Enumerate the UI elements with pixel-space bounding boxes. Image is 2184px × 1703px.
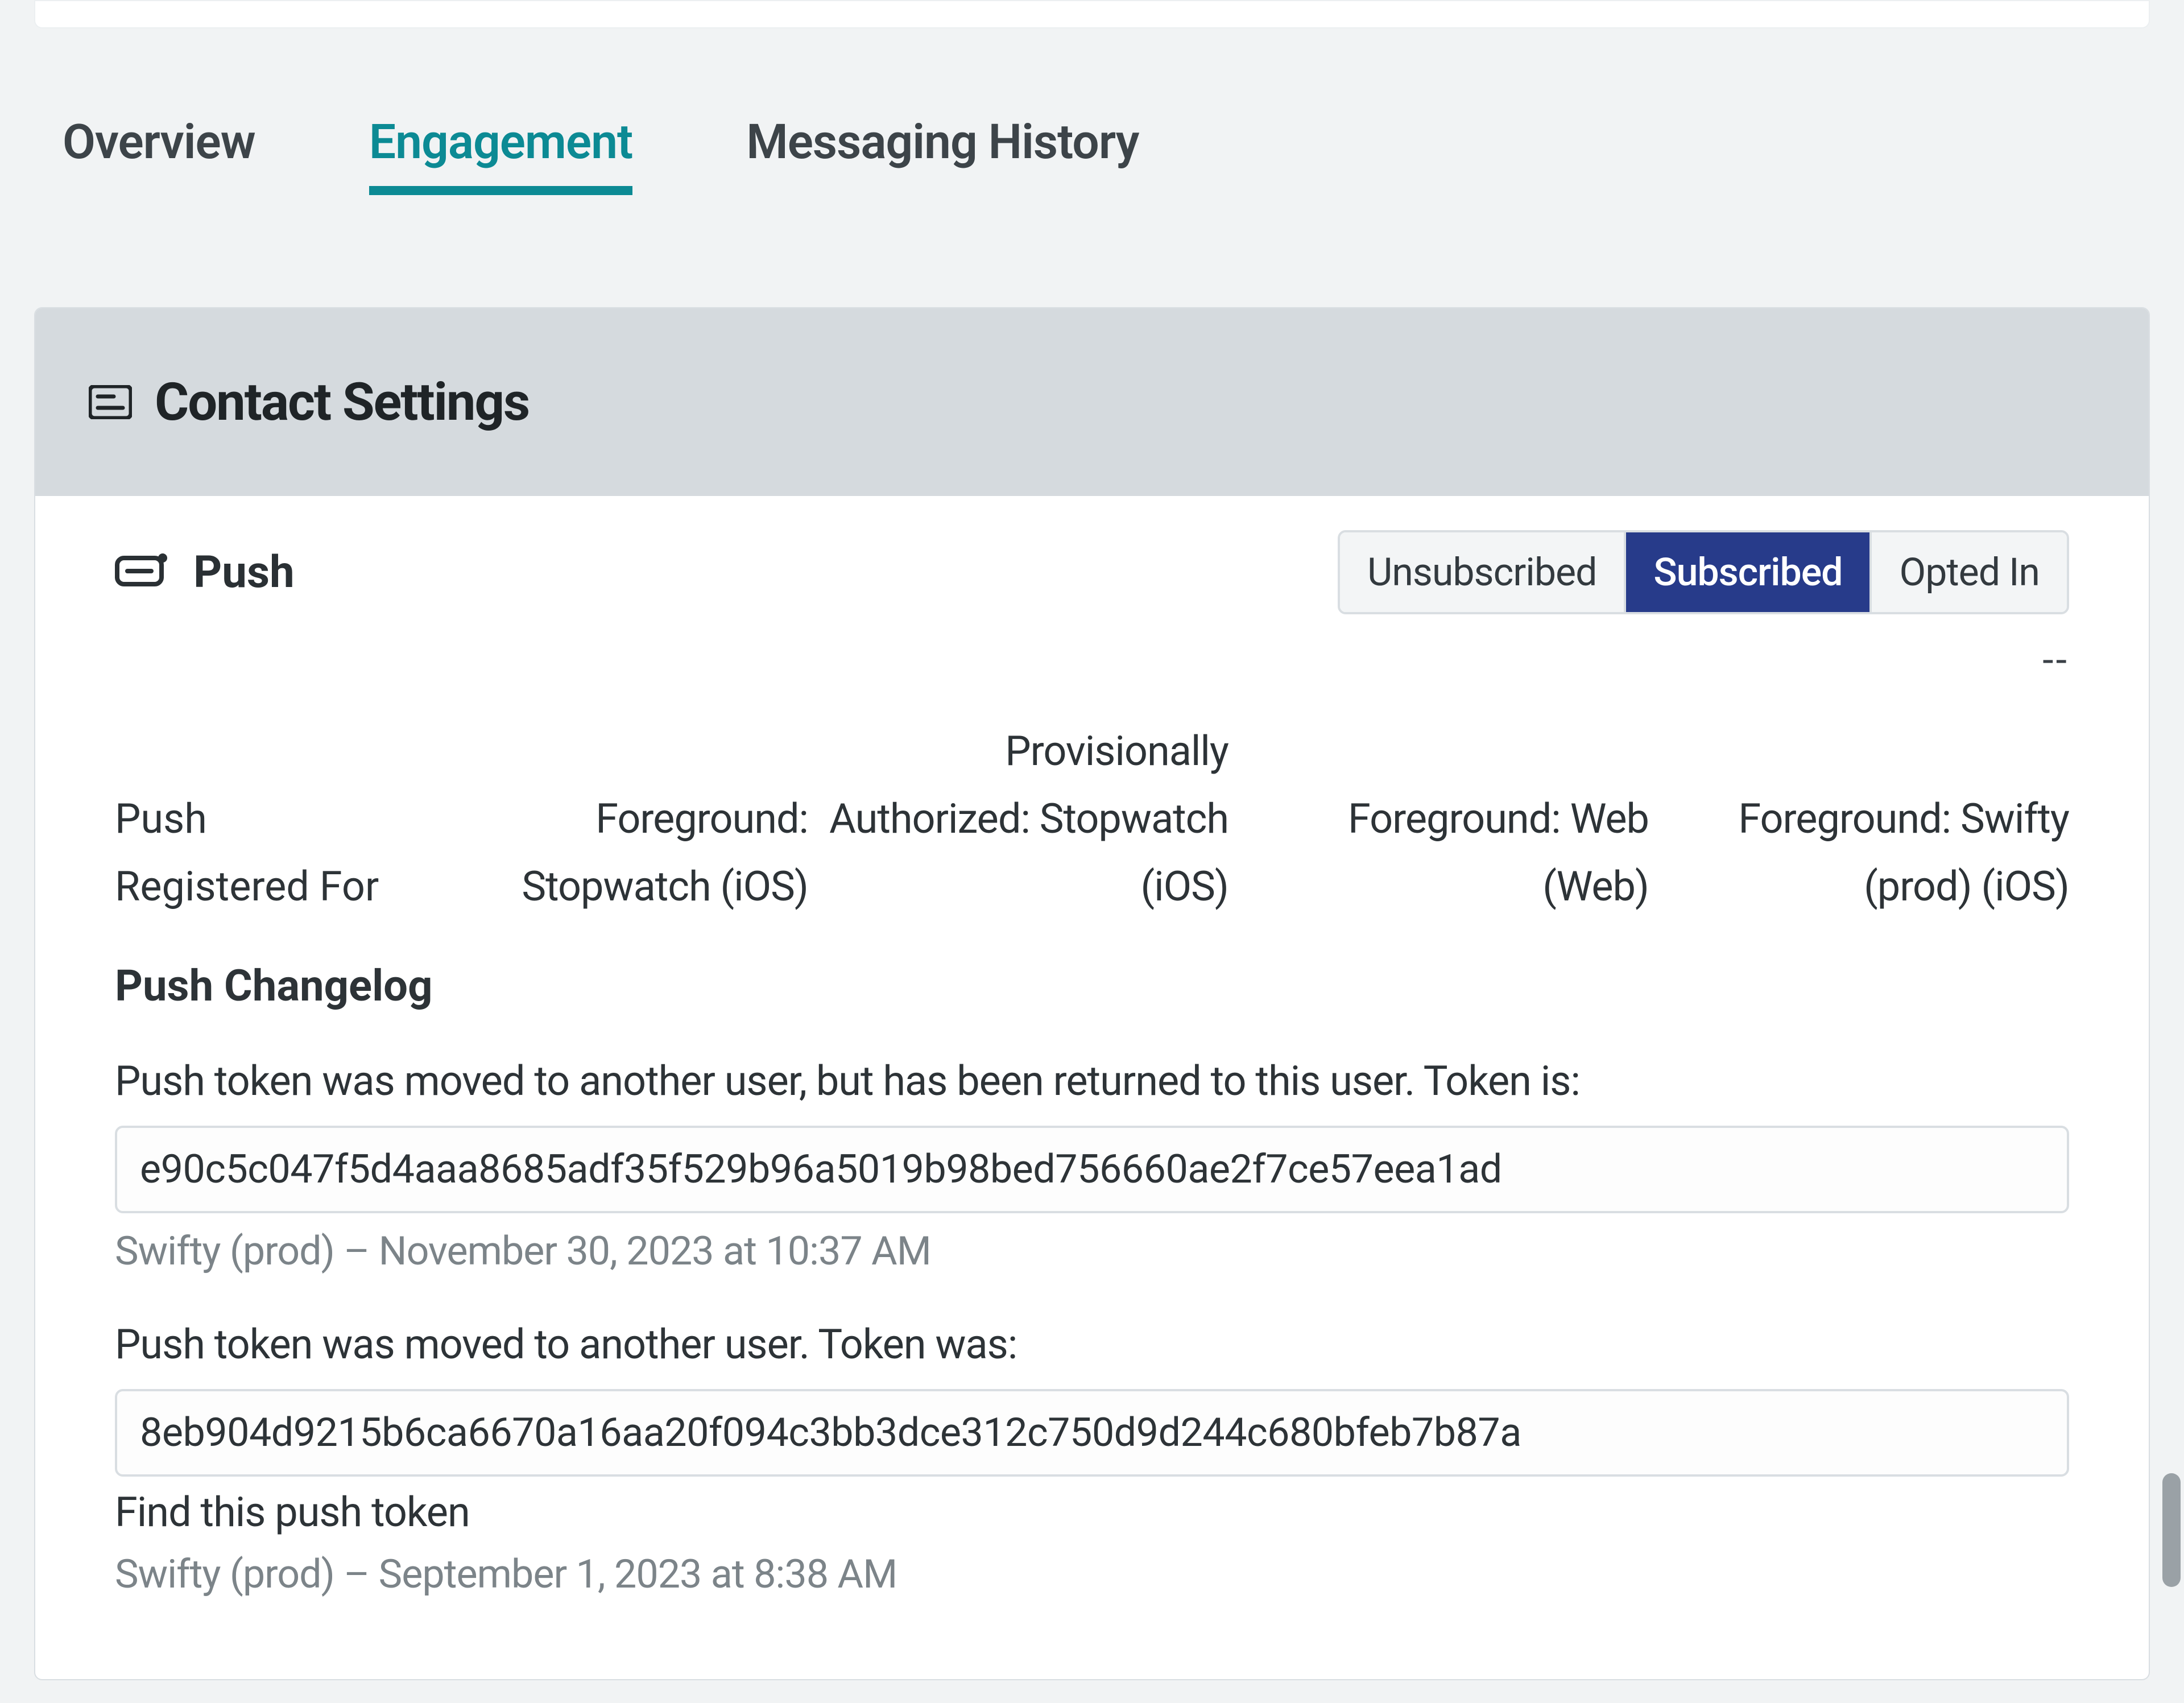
changelog-entry-1: Push token was moved to another user. To…: [115, 1320, 2069, 1598]
tab-overview[interactable]: Overview: [63, 114, 255, 186]
push-value-placeholder: --: [115, 637, 2069, 684]
push-registered-col-1: Provisionally Authorized: Stopwatch (iOS…: [825, 718, 1228, 920]
contact-settings-card: Contact Settings Push Unsubscribed: [34, 307, 2150, 1680]
changelog-meta: Swifty (prod) – November 30, 2023 at 10:…: [115, 1228, 2069, 1275]
push-registered-label: Push Registered For: [115, 786, 388, 921]
find-push-token-link[interactable]: Find this push token: [115, 1488, 470, 1536]
push-changelog-title: Push Changelog: [115, 960, 2069, 1011]
changelog-meta: Swifty (prod) – September 1, 2023 at 8:3…: [115, 1551, 2069, 1598]
push-header-row: Push Unsubscribed Subscribed Opted In: [115, 530, 2069, 614]
seg-subscribed[interactable]: Subscribed: [1626, 532, 1872, 612]
seg-unsubscribed[interactable]: Unsubscribed: [1340, 532, 1626, 612]
card-title: Contact Settings: [155, 372, 529, 433]
push-icon: [115, 552, 169, 592]
changelog-token[interactable]: 8eb904d9215b6ca6670a16aa20f094c3bb3dce31…: [115, 1389, 2069, 1477]
push-subscription-segmented: Unsubscribed Subscribed Opted In: [1338, 530, 2069, 614]
changelog-token[interactable]: e90c5c047f5d4aaa8685adf35f529b96a5019b98…: [115, 1126, 2069, 1213]
seg-opted-in[interactable]: Opted In: [1872, 532, 2067, 612]
push-registered-row: Push Registered For Foreground: Stopwatc…: [115, 718, 2069, 920]
card-header: Contact Settings: [35, 308, 2149, 496]
push-registered-col-0: Foreground: Stopwatch (iOS): [405, 786, 808, 921]
tab-engagement[interactable]: Engagement: [369, 114, 632, 195]
contact-card-icon: [89, 385, 132, 419]
tab-messaging-history[interactable]: Messaging History: [746, 114, 1139, 186]
profile-tabs: Overview Engagement Messaging History: [63, 114, 1139, 195]
card-body: Push Unsubscribed Subscribed Opted In --…: [35, 496, 2149, 1598]
previous-card-edge: [34, 0, 2150, 28]
push-label: Push: [193, 547, 295, 598]
page-root: Overview Engagement Messaging History Co…: [0, 0, 2184, 1703]
push-registered-col-2: Foreground: Web (Web): [1246, 786, 1649, 921]
changelog-entry-0: Push token was moved to another user, bu…: [115, 1057, 2069, 1275]
scrollbar-thumb[interactable]: [2162, 1473, 2181, 1587]
push-label-group: Push: [115, 547, 295, 598]
changelog-message: Push token was moved to another user. To…: [115, 1320, 2069, 1369]
push-registered-col-3: Foreground: Swifty (prod) (iOS): [1666, 786, 2069, 921]
changelog-message: Push token was moved to another user, bu…: [115, 1057, 2069, 1105]
